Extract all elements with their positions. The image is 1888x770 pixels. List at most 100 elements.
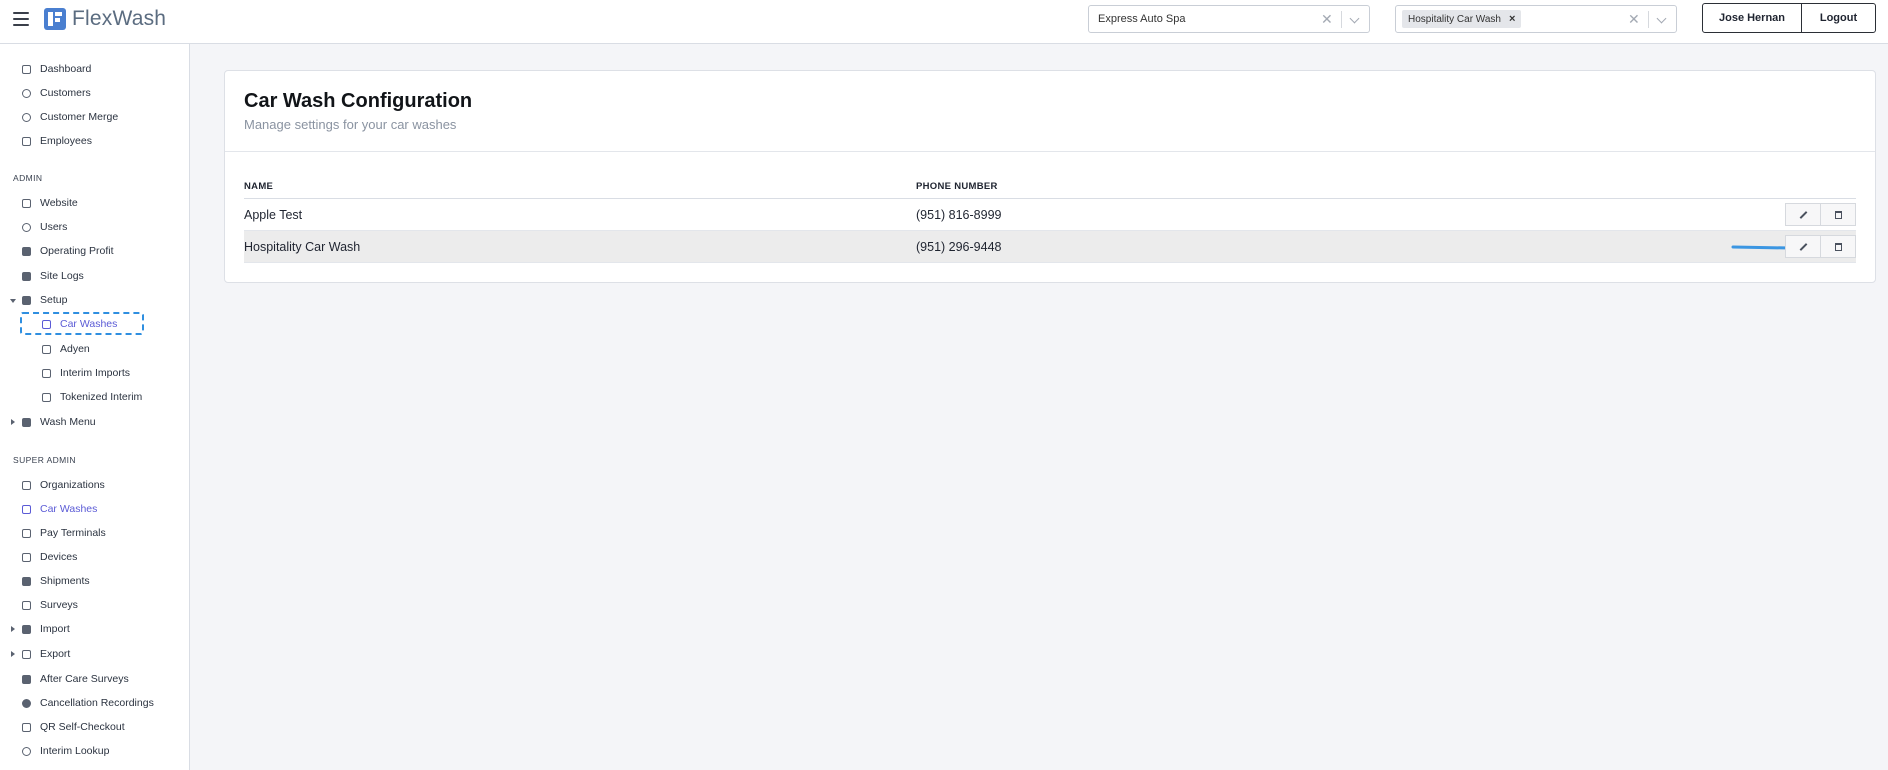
- sidebar-item-label: Pay Terminals: [40, 527, 106, 539]
- sidebar-item-customer-merge[interactable]: Customer Merge: [22, 107, 118, 127]
- sidebar-item-organizations[interactable]: Organizations: [22, 475, 105, 495]
- logout-button[interactable]: Logout: [1801, 3, 1876, 33]
- sidebar-item-employees[interactable]: Employees: [22, 131, 92, 151]
- table-row[interactable]: Apple Test (951) 816-8999: [244, 199, 1856, 231]
- users-icon: [22, 88, 31, 98]
- sidebar-item-after-care-surveys[interactable]: After Care Surveys: [22, 669, 129, 689]
- sidebar-item-website[interactable]: Website: [22, 193, 78, 213]
- sidebar-item-label: Customer Merge: [40, 111, 119, 123]
- sidebar-item-dashboard[interactable]: Dashboard: [22, 59, 91, 79]
- sidebar-item-setup[interactable]: Setup: [22, 290, 67, 310]
- chevron-down-icon[interactable]: [1656, 13, 1667, 24]
- top-bar: FlexWash Express Auto Spa ✕ Hospitality …: [0, 0, 1888, 44]
- card-icon: [42, 344, 51, 354]
- chip-remove-icon[interactable]: ×: [1509, 13, 1515, 25]
- column-header-name[interactable]: NAME: [244, 181, 273, 192]
- sidebar: Dashboard Customers Customer Merge Emplo…: [0, 44, 190, 770]
- cell-name: Apple Test: [244, 208, 303, 222]
- sidebar-item-label: Site Logs: [40, 270, 84, 282]
- sidebar-item-devices[interactable]: Devices: [22, 547, 77, 567]
- sidebar-item-tokenized-interim[interactable]: Tokenized Interim: [42, 387, 142, 407]
- clipboard-icon: [22, 674, 31, 684]
- user-search-icon: [22, 746, 31, 756]
- trash-icon: [1834, 210, 1842, 219]
- car-icon: [22, 504, 31, 514]
- truck-icon: [22, 576, 31, 586]
- select-separator: [1341, 11, 1342, 28]
- pencil-icon: [1799, 242, 1807, 251]
- sidebar-item-label: Users: [40, 221, 68, 233]
- sidebar-item-shipments[interactable]: Shipments: [22, 571, 90, 591]
- section-label-super-admin: SUPER ADMIN: [13, 455, 76, 465]
- column-header-phone[interactable]: PHONE NUMBER: [916, 181, 998, 192]
- app-logo[interactable]: FlexWash: [44, 7, 166, 31]
- sidebar-item-label: Cancellation Recordings: [40, 697, 154, 709]
- delete-button[interactable]: [1820, 235, 1856, 258]
- sidebar-item-qr-self-checkout[interactable]: QR Self-Checkout: [22, 717, 125, 737]
- cancel-icon: [22, 698, 31, 708]
- sidebar-item-label: Organizations: [40, 479, 105, 491]
- user-name-button[interactable]: Jose Hernan: [1702, 3, 1802, 33]
- employees-icon: [22, 136, 31, 146]
- cell-phone: (951) 816-8999: [916, 208, 1002, 222]
- flexwash-logo-icon: [44, 8, 66, 30]
- sidebar-item-operating-profit[interactable]: Operating Profit: [22, 241, 114, 261]
- expand-caret-icon[interactable]: [11, 419, 15, 425]
- sidebar-item-surveys[interactable]: Surveys: [22, 595, 78, 615]
- clear-icon[interactable]: ✕: [1321, 11, 1333, 28]
- menu-icon[interactable]: [13, 12, 29, 26]
- location-select[interactable]: Express Auto Spa ✕: [1088, 5, 1370, 33]
- page-subtitle: Manage settings for your car washes: [244, 117, 457, 132]
- sidebar-item-label: Dashboard: [40, 63, 92, 75]
- table-row[interactable]: Hospitality Car Wash (951) 296-9448: [244, 231, 1856, 263]
- expand-caret-icon[interactable]: [11, 626, 15, 632]
- cell-phone: (951) 296-9448: [916, 240, 1002, 254]
- cell-name: Hospitality Car Wash: [244, 240, 361, 254]
- chevron-down-icon[interactable]: [1349, 13, 1360, 24]
- expand-caret-icon[interactable]: [11, 651, 15, 657]
- export-icon: [22, 649, 31, 659]
- carwash-multiselect[interactable]: Hospitality Car Wash × ✕: [1395, 5, 1677, 33]
- sidebar-item-users[interactable]: Users: [22, 217, 67, 237]
- sidebar-item-label: Import: [40, 623, 70, 635]
- edit-button[interactable]: [1785, 235, 1821, 258]
- sidebar-item-interim-lookup[interactable]: Interim Lookup: [22, 741, 109, 761]
- trash-icon: [1834, 242, 1842, 251]
- sidebar-item-wash-menu[interactable]: Wash Menu: [22, 412, 96, 432]
- sidebar-item-label: Employees: [40, 135, 92, 147]
- expand-caret-icon[interactable]: [10, 299, 16, 303]
- sidebar-item-pay-terminals[interactable]: Pay Terminals: [22, 523, 106, 543]
- delete-button[interactable]: [1820, 203, 1856, 226]
- sidebar-item-label: Surveys: [40, 599, 78, 611]
- sidebar-item-label: Adyen: [60, 343, 90, 355]
- selected-carwash-chip: Hospitality Car Wash ×: [1402, 10, 1522, 28]
- website-icon: [22, 198, 31, 208]
- section-label-admin: ADMIN: [13, 173, 43, 183]
- app-name: FlexWash: [72, 7, 167, 30]
- device-icon: [22, 552, 31, 562]
- sidebar-item-export[interactable]: Export: [22, 644, 70, 664]
- sidebar-item-interim-imports[interactable]: Interim Imports: [42, 363, 130, 383]
- sidebar-item-site-logs[interactable]: Site Logs: [22, 266, 84, 286]
- sidebar-item-label: Interim Imports: [60, 367, 131, 379]
- merge-icon: [22, 112, 31, 122]
- sidebar-item-adyen[interactable]: Adyen: [42, 339, 90, 359]
- sidebar-item-car-washes[interactable]: Car Washes: [22, 499, 97, 519]
- sidebar-item-cancellation-recordings[interactable]: Cancellation Recordings: [22, 693, 154, 713]
- sidebar-item-label: Tokenized Interim: [60, 391, 143, 403]
- sidebar-item-label: Website: [40, 197, 78, 209]
- dashboard-icon: [22, 64, 31, 74]
- sidebar-item-import[interactable]: Import: [22, 619, 70, 639]
- sidebar-item-label: Export: [40, 648, 71, 660]
- qr-code-icon: [22, 722, 31, 732]
- clear-icon[interactable]: ✕: [1628, 11, 1640, 28]
- users-icon: [22, 222, 31, 232]
- car-wash-config-card: Car Wash Configuration Manage settings f…: [224, 70, 1876, 283]
- sidebar-item-label: Devices: [40, 551, 78, 563]
- chip-label: Hospitality Car Wash: [1408, 13, 1501, 25]
- sidebar-item-label: After Care Surveys: [40, 673, 129, 685]
- edit-button[interactable]: [1785, 203, 1821, 226]
- sidebar-item-customers[interactable]: Customers: [22, 83, 91, 103]
- sidebar-item-label: Car Washes: [40, 503, 98, 515]
- select-separator: [1648, 11, 1649, 28]
